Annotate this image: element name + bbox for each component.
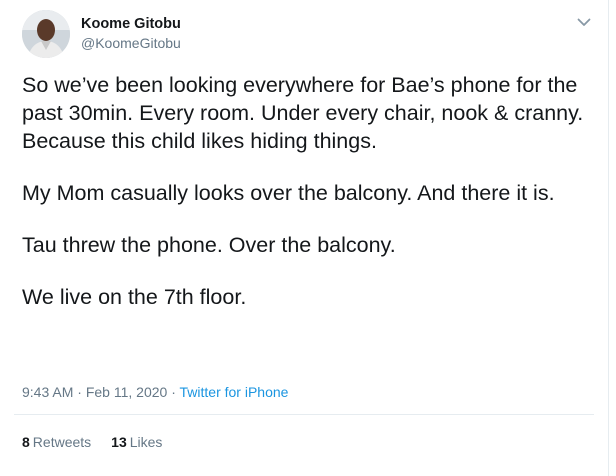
tweet-menu-button[interactable]: [574, 12, 594, 32]
divider: [14, 414, 594, 415]
meta-separator: ·: [77, 384, 82, 400]
tweet-card: Koome Gitobu @KoomeGitobu So we’ve been …: [0, 0, 609, 476]
tweet-paragraph: Tau threw the phone. Over the balcony.: [22, 233, 396, 257]
tweet-source-link[interactable]: Twitter for iPhone: [180, 384, 289, 400]
avatar-photo: [22, 10, 70, 58]
author-handle[interactable]: @KoomeGitobu: [81, 34, 181, 53]
retweets-count: 8: [22, 434, 30, 450]
tweet-stats: 8 Retweets 13 Likes: [22, 433, 162, 452]
likes-count: 13: [111, 434, 127, 450]
chevron-down-icon: [577, 18, 591, 26]
tweet-meta: 9:43 AM · Feb 11, 2020 · Twitter for iPh…: [22, 383, 288, 402]
author-names: Koome Gitobu @KoomeGitobu: [81, 15, 181, 53]
retweets-label: Retweets: [32, 434, 92, 450]
avatar[interactable]: [22, 10, 70, 58]
meta-separator: ·: [171, 384, 176, 400]
retweets-stat[interactable]: 8 Retweets: [22, 433, 91, 452]
tweet-time[interactable]: 9:43 AM: [22, 384, 73, 400]
likes-stat[interactable]: 13 Likes: [111, 433, 162, 452]
tweet-header: Koome Gitobu @KoomeGitobu: [22, 10, 181, 58]
tweet-paragraph: My Mom casually looks over the balcony. …: [22, 181, 555, 205]
tweet-paragraph: We live on the 7th floor.: [22, 285, 247, 309]
tweet-paragraph: So we’ve been looking everywhere for Bae…: [22, 73, 584, 153]
likes-label: Likes: [129, 434, 163, 450]
tweet-date[interactable]: Feb 11, 2020: [86, 384, 167, 400]
tweet-text: So we’ve been looking everywhere for Bae…: [22, 71, 592, 335]
author-display-name[interactable]: Koome Gitobu: [81, 15, 181, 34]
